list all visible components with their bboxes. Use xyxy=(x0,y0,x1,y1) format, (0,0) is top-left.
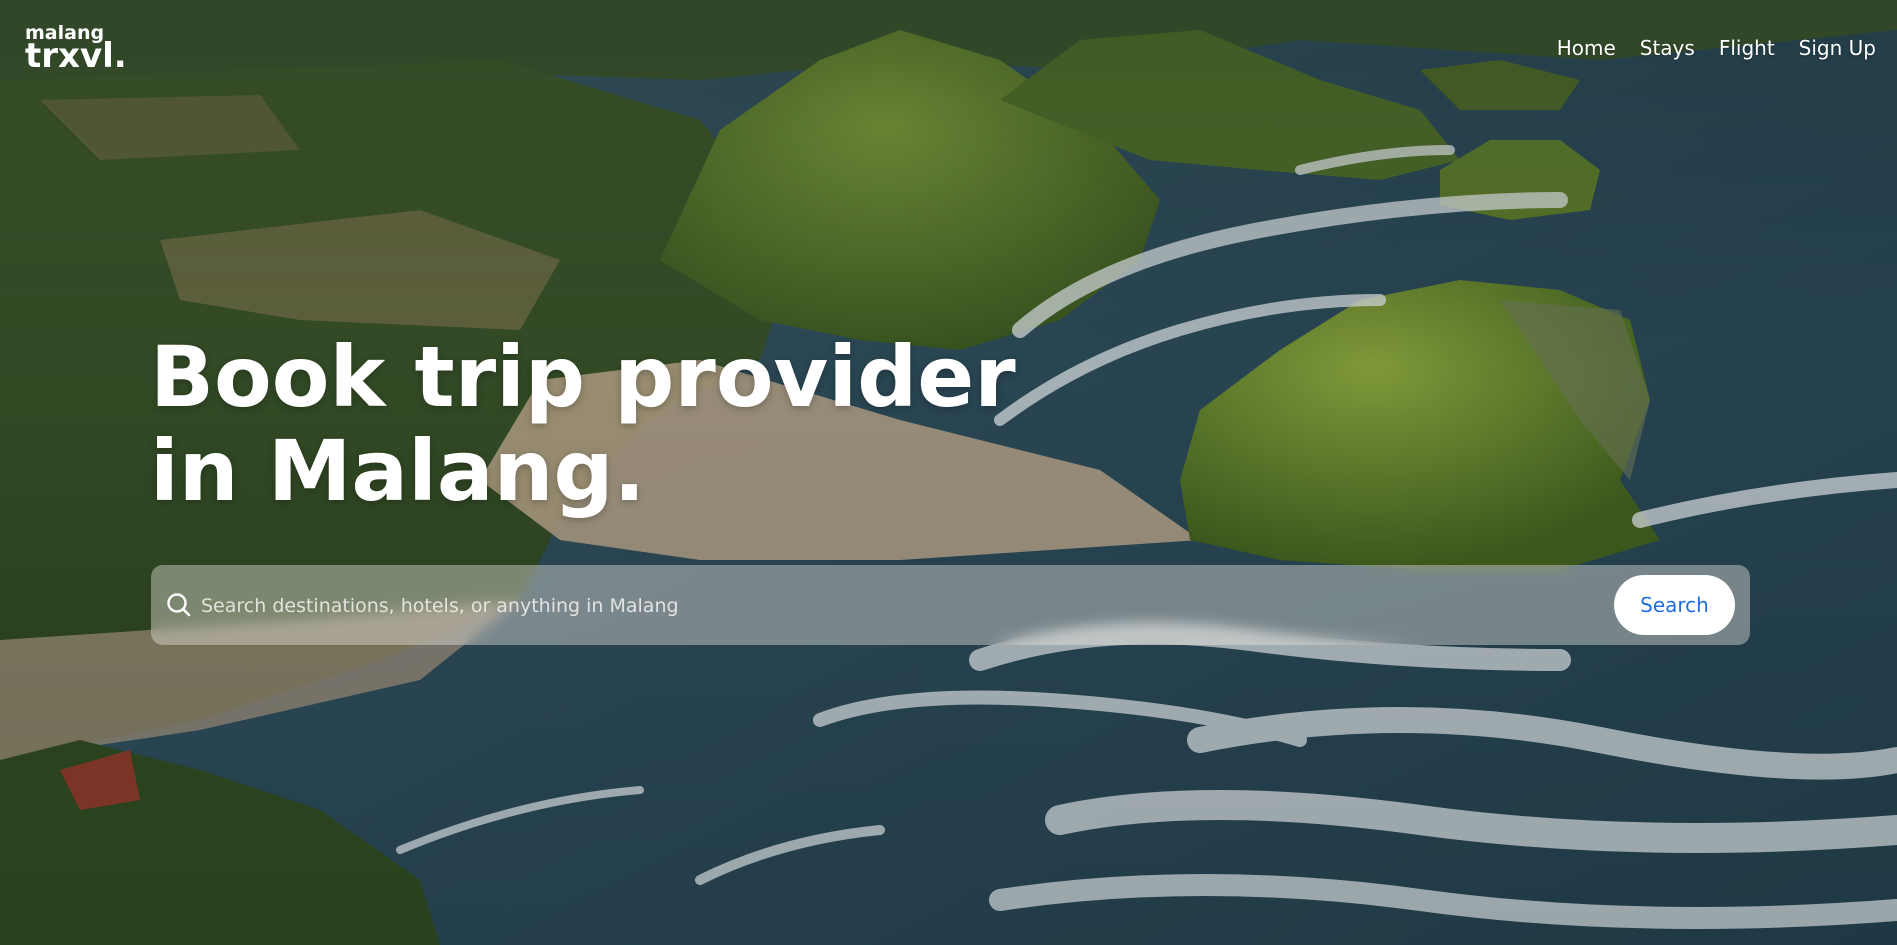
nav-signup-link[interactable]: Sign Up xyxy=(1799,36,1876,60)
hero-section: malang trxvl. Home Stays Flight Sign Up … xyxy=(0,0,1897,945)
top-nav: Home Stays Flight Sign Up xyxy=(1533,36,1876,60)
search-bar: Search xyxy=(151,565,1750,645)
search-input[interactable] xyxy=(199,583,1553,629)
brand-logo[interactable]: malang trxvl. xyxy=(25,24,127,76)
hero-headline: Book trip provider in Malang. xyxy=(150,330,1016,518)
search-button[interactable]: Search xyxy=(1614,575,1735,635)
nav-stays-link[interactable]: Stays xyxy=(1640,36,1695,60)
brand-logo-bottom: trxvl. xyxy=(25,36,127,76)
hero-headline-line2: in Malang. xyxy=(150,422,646,520)
nav-home-link[interactable]: Home xyxy=(1557,36,1616,60)
nav-flight-link[interactable]: Flight xyxy=(1719,36,1775,60)
search-icon xyxy=(165,591,193,619)
hero-headline-line1: Book trip provider xyxy=(150,328,1016,426)
